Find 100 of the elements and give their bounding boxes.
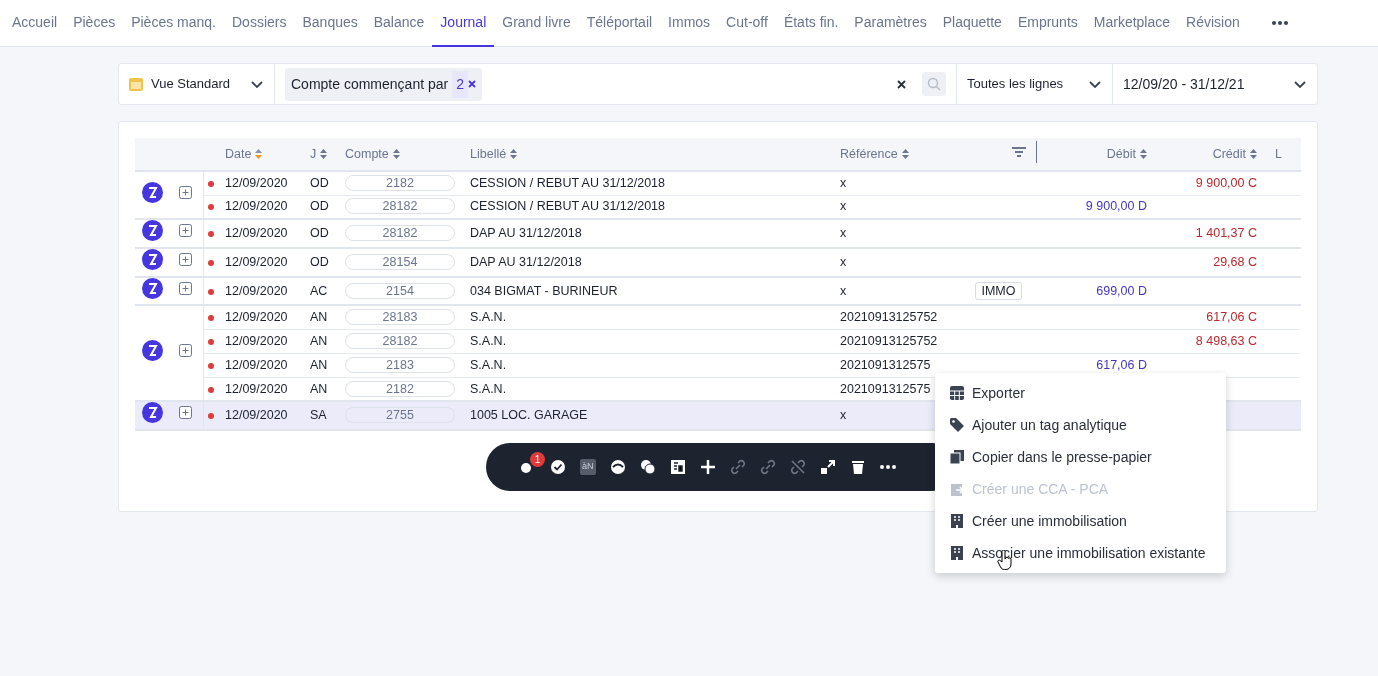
view-dropdown[interactable]: Vue Standard <box>151 74 250 94</box>
nav-tab[interactable]: Accueil <box>4 0 66 47</box>
link-icon[interactable] <box>729 459 746 475</box>
sort-icon[interactable] <box>901 149 909 159</box>
status-dot-icon <box>207 288 214 295</box>
sort-icon[interactable] <box>320 149 328 159</box>
column-header[interactable]: Débit <box>1106 144 1136 164</box>
building-icon <box>950 546 964 560</box>
sort-icon[interactable] <box>1250 149 1257 159</box>
table-icon <box>950 386 964 400</box>
table-cell: OD <box>306 247 341 277</box>
table-cell: 12/09/2020 <box>221 305 306 330</box>
expand-icon[interactable] <box>179 406 193 420</box>
expand-icon[interactable] <box>179 252 193 266</box>
calendar-icon <box>129 77 143 91</box>
nav-tab[interactable]: Pièces <box>65 0 124 47</box>
chevron-down-icon[interactable] <box>250 79 264 89</box>
nav-tab[interactable]: Paramètres <box>846 0 935 47</box>
document-icon[interactable] <box>669 459 686 475</box>
credit-amount: 29,68 C <box>1213 254 1257 269</box>
sort-icon[interactable] <box>510 149 518 159</box>
nav-tab[interactable]: Révision <box>1178 0 1248 47</box>
expand-icon[interactable] <box>179 185 193 199</box>
link-icon[interactable] <box>759 459 776 475</box>
unlink-icon[interactable] <box>789 459 806 475</box>
sort-icon[interactable] <box>255 149 263 159</box>
status-dot-icon <box>207 204 214 211</box>
sort-icon[interactable] <box>1140 149 1147 159</box>
table-cell: 12/09/2020 <box>221 276 306 306</box>
table-cell: CESSION / REBUT AU 31/12/2018 <box>466 195 836 219</box>
nav-tab[interactable]: Banques <box>294 0 366 47</box>
table-cell: AN <box>306 305 341 330</box>
tag-label: IMMO <box>975 281 1022 300</box>
expand-icon[interactable] <box>179 224 193 237</box>
menu-item[interactable]: Créer une immobilisation <box>935 505 1226 537</box>
trash-icon[interactable] <box>849 459 866 475</box>
expand-icon[interactable] <box>179 281 193 295</box>
nav-tab[interactable]: Balance <box>365 0 433 47</box>
table-cell: x <box>836 276 972 306</box>
table-cell: OD <box>306 195 341 219</box>
column-header[interactable]: Date <box>225 144 252 164</box>
eye-circle-icon[interactable] <box>609 459 626 475</box>
credit-amount: 617,06 C <box>1206 310 1257 325</box>
nav-tab[interactable]: Grand livre <box>494 0 579 47</box>
column-header[interactable]: Crédit <box>1212 144 1246 164</box>
tag-icon <box>950 418 964 432</box>
nav-tab[interactable]: Marketplace <box>1085 0 1179 47</box>
check-circle-icon[interactable] <box>550 459 566 475</box>
menu-item[interactable]: Copier dans le presse-papier <box>935 441 1226 473</box>
period-dropdown[interactable]: 12/09/20 - 31/12/21 <box>1123 73 1293 95</box>
table-cell: x <box>836 247 972 277</box>
clear-icon[interactable] <box>897 79 906 89</box>
table-cell: x <box>836 171 972 195</box>
table-cell: OD <box>306 171 341 195</box>
nav-tab[interactable]: Dossiers <box>224 0 295 47</box>
sort-icon[interactable] <box>392 149 400 159</box>
table-cell: 12/09/2020 <box>221 329 306 354</box>
table-cell: SA <box>306 401 341 430</box>
table-cell: S.A.N. <box>466 305 836 330</box>
nav-tab[interactable]: États fin. <box>775 0 847 47</box>
table-cell: x <box>836 195 972 219</box>
chip-value: 2 <box>452 70 468 98</box>
expand-arrow-icon[interactable] <box>819 459 836 475</box>
credit-amount: 9 900,00 C <box>1195 175 1257 190</box>
table-cell: S.A.N. <box>466 353 836 378</box>
expand-icon[interactable] <box>179 343 193 357</box>
table-cell: 12/09/2020 <box>221 353 306 378</box>
table-cell: DAP AU 31/12/2018 <box>466 247 836 277</box>
more-icon[interactable] <box>1271 21 1288 25</box>
chevron-down-icon[interactable] <box>1293 79 1307 89</box>
text-tool-icon[interactable]: àN <box>580 459 596 475</box>
nav-tab[interactable]: Pièces manq. <box>123 0 224 47</box>
nav-tab[interactable]: Immos <box>660 0 719 47</box>
filter-icon[interactable] <box>1012 146 1026 157</box>
column-header[interactable]: Référence <box>840 144 898 164</box>
close-icon[interactable] <box>468 80 476 88</box>
nav-tab[interactable]: Emprunts <box>1009 0 1086 47</box>
table-cell: AC <box>306 276 341 306</box>
lines-dropdown[interactable]: Toutes les lignes <box>967 74 1088 94</box>
nav-tab[interactable]: Plaquette <box>934 0 1010 47</box>
table-cell: 12/09/2020 <box>221 401 306 430</box>
clipboard-icon <box>950 482 964 496</box>
nav-tab[interactable]: Journal <box>432 0 495 47</box>
table-cell: 1005 LOC. GARAGE <box>466 401 836 430</box>
column-header[interactable]: L <box>1275 144 1282 164</box>
nav-tab[interactable]: Cut-off <box>718 0 776 47</box>
debit-amount: 699,00 D <box>1096 283 1147 298</box>
chevron-down-icon[interactable] <box>1088 79 1102 89</box>
column-header[interactable]: Libellé <box>470 144 507 164</box>
copy-icon <box>950 450 964 464</box>
column-header[interactable]: J <box>310 144 317 164</box>
nav-tab[interactable]: Téléportail <box>578 0 661 47</box>
status-dot-icon <box>207 386 214 393</box>
status-dot-icon <box>207 259 214 266</box>
plus-icon[interactable] <box>699 459 716 475</box>
menu-item[interactable]: Associer une immobilisation existante <box>935 537 1226 569</box>
status-dot-icon <box>207 338 214 345</box>
table-cell: AN <box>306 329 341 354</box>
status-dot-icon <box>207 413 214 420</box>
overlap-circles-icon[interactable] <box>639 459 656 475</box>
